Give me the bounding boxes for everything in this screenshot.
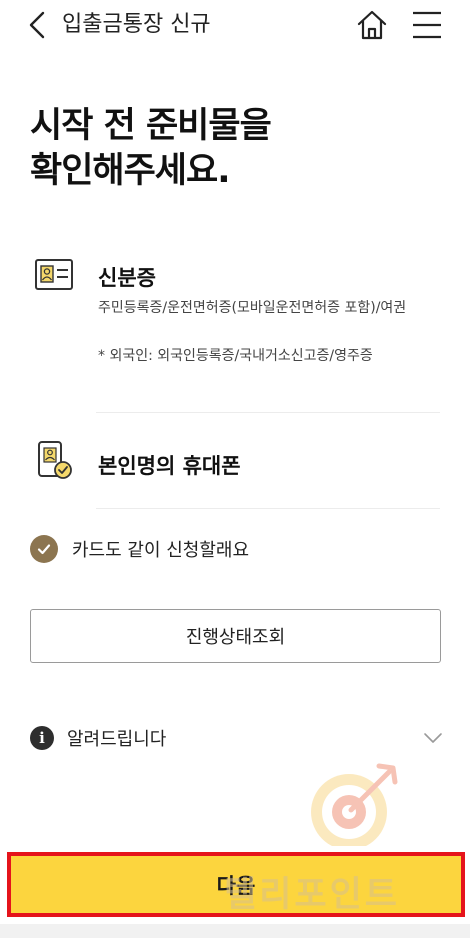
requirement-note-foreigner: * 외국인: 외국인등록증/국내거소신고증/영주증 xyxy=(98,348,373,364)
requirement-title-id-card: 신분증 xyxy=(98,266,156,290)
target-watermark-icon xyxy=(311,763,398,850)
home-button[interactable] xyxy=(355,8,389,42)
home-icon xyxy=(357,10,387,40)
page-title: 입출금통장 신규 xyxy=(62,12,211,37)
apply-card-label: 카드도 같이 신청할래요 xyxy=(72,540,250,561)
back-button[interactable] xyxy=(22,8,58,44)
phone-verified-icon xyxy=(38,441,72,479)
chevron-left-icon xyxy=(29,11,45,39)
notice-accordion[interactable]: i 알려드립니다 xyxy=(30,722,442,754)
id-card-icon xyxy=(35,259,73,290)
menu-button[interactable] xyxy=(410,8,444,42)
notice-label: 알려드립니다 xyxy=(67,729,167,750)
bottom-strip xyxy=(0,924,470,938)
apply-card-checkbox[interactable]: 카드도 같이 신청할래요 xyxy=(30,532,249,566)
watermark-text: 텔리포인트 xyxy=(224,875,401,915)
account-opening-page: 입출금통장 신규 시작 전 준비물을 확인해주세요. 신분증 주민등록증/운전면… xyxy=(0,0,470,938)
divider xyxy=(96,508,440,509)
top-header: 입출금통장 신규 xyxy=(0,0,470,52)
requirement-title-phone: 본인명의 휴대폰 xyxy=(98,454,241,478)
info-icon: i xyxy=(30,726,54,750)
headline-line-2: 확인해주세요. xyxy=(30,151,230,191)
checkmark-icon xyxy=(30,535,58,563)
headline-line-1: 시작 전 준비물을 xyxy=(30,106,272,146)
chevron-down-icon xyxy=(424,733,442,743)
divider xyxy=(96,412,440,413)
requirement-desc-id-card: 주민등록증/운전면허증(모바일운전면허증 포함)/여권 xyxy=(98,300,407,316)
status-inquiry-button[interactable]: 진행상태조회 xyxy=(30,609,441,663)
hamburger-menu-icon xyxy=(413,11,441,39)
page-headline: 시작 전 준비물을 확인해주세요. xyxy=(30,104,272,194)
